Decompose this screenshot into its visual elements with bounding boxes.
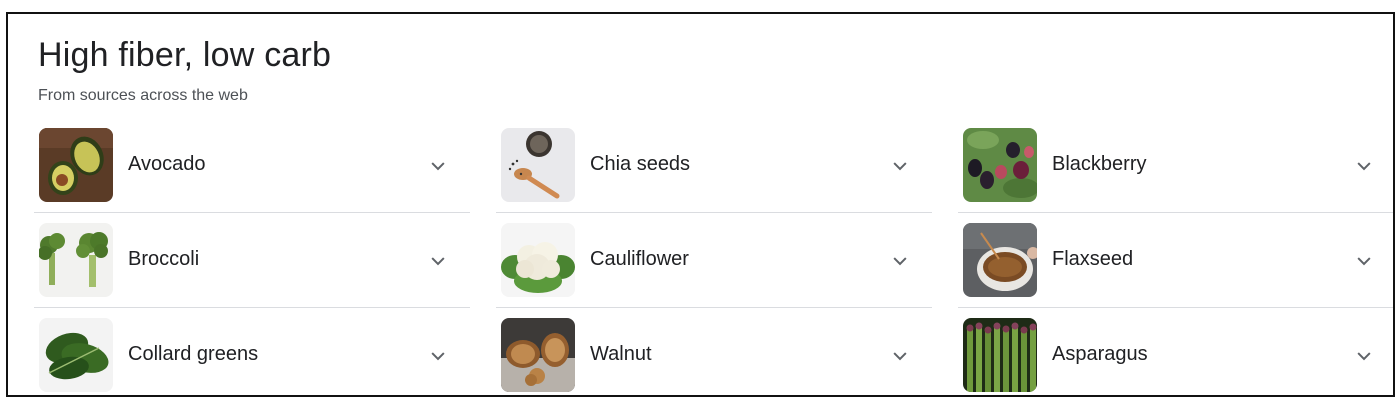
list-item-broccoli[interactable]: Broccoli — [34, 213, 470, 308]
list-item-collard-greens[interactable]: Collard greens — [34, 308, 470, 395]
chevron-down-icon[interactable] — [1354, 346, 1374, 366]
chevron-down-icon[interactable] — [1354, 251, 1374, 271]
grid-column-3: Blackberry Flaxseed Asparagus — [958, 118, 1393, 395]
item-label: Collard greens — [128, 343, 259, 365]
chevron-down-icon[interactable] — [890, 251, 910, 271]
broccoli-image — [39, 223, 113, 297]
item-label: Broccoli — [128, 248, 200, 270]
chevron-down-icon[interactable] — [890, 346, 910, 366]
list-item-asparagus[interactable]: Asparagus — [958, 308, 1393, 395]
blackberry-image — [963, 128, 1037, 202]
grid-column-1: Avocado Broccoli Collard greens — [34, 118, 470, 395]
chevron-down-icon[interactable] — [890, 156, 910, 176]
chevron-down-icon[interactable] — [428, 251, 448, 271]
avocado-image — [39, 128, 113, 202]
collard-greens-image — [39, 318, 113, 392]
list-item-cauliflower[interactable]: Cauliflower — [496, 213, 932, 308]
list-item-chia-seeds[interactable]: Chia seeds — [496, 118, 932, 213]
item-label: Avocado — [128, 153, 206, 175]
cauliflower-image — [501, 223, 575, 297]
list-item-avocado[interactable]: Avocado — [34, 118, 470, 213]
flaxseed-image — [963, 223, 1037, 297]
list-item-blackberry[interactable]: Blackberry — [958, 118, 1393, 213]
panel-title: High fiber, low carb — [38, 36, 332, 74]
walnut-image — [501, 318, 575, 392]
grid-column-2: Chia seeds Cauliflower Walnut — [496, 118, 932, 395]
panel-subtitle: From sources across the web — [38, 87, 248, 104]
list-item-flaxseed[interactable]: Flaxseed — [958, 213, 1393, 308]
food-grid: Avocado Broccoli Collard greens Chia see… — [34, 118, 1393, 395]
results-panel: High fiber, low carb From sources across… — [6, 12, 1395, 397]
chevron-down-icon[interactable] — [1354, 156, 1374, 176]
chevron-down-icon[interactable] — [428, 156, 448, 176]
item-label: Asparagus — [1052, 343, 1148, 365]
asparagus-image — [963, 318, 1037, 392]
item-label: Walnut — [590, 343, 652, 365]
item-label: Chia seeds — [590, 153, 691, 175]
item-label: Blackberry — [1052, 153, 1147, 175]
item-label: Flaxseed — [1052, 248, 1134, 270]
item-label: Cauliflower — [590, 248, 689, 270]
list-item-walnut[interactable]: Walnut — [496, 308, 932, 395]
chevron-down-icon[interactable] — [428, 346, 448, 366]
chia-seeds-image — [501, 128, 575, 202]
